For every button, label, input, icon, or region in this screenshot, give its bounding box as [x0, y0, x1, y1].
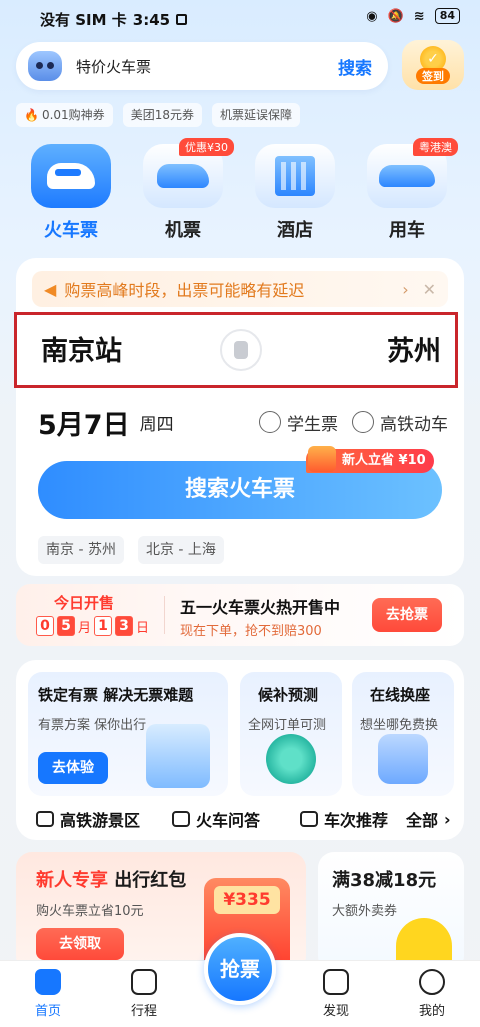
tab-home[interactable]: 首页: [18, 969, 78, 1019]
profile-icon: [419, 969, 445, 995]
search-history: 南京 - 苏州 北京 - 上海: [38, 536, 224, 564]
feature-waitlist-prediction[interactable]: 候补预测 全网订单可测: [240, 672, 342, 796]
time-text: 3:45: [132, 10, 171, 29]
history-chip[interactable]: 南京 - 苏州: [38, 536, 124, 564]
recommend-icon: [300, 811, 318, 827]
quick-links: 高铁游景区 火车问答 车次推荐 全部 ›: [36, 806, 452, 832]
claim-button[interactable]: 去领取: [36, 928, 124, 960]
grab-ticket-button[interactable]: 去抢票: [372, 598, 442, 632]
radio-icon[interactable]: [352, 411, 374, 433]
eye-icon: ◉: [366, 8, 378, 24]
grab-ticket-fab[interactable]: 抢票: [204, 933, 276, 1005]
category-train[interactable]: 火车票: [28, 144, 114, 242]
divider: [164, 596, 165, 634]
speaker-icon: ◀: [44, 279, 57, 299]
search-bar[interactable]: 特价火车票 搜索: [16, 42, 388, 90]
promo-headline: 五一火车票火热开售中: [180, 598, 341, 617]
robot-mascot-icon: [28, 51, 62, 81]
coupon-chip[interactable]: 🔥 0.01购神券: [16, 103, 113, 127]
departure-date[interactable]: 5月7日: [38, 403, 130, 442]
all-link[interactable]: 全部 ›: [406, 807, 451, 831]
route-selector: 南京站 苏州: [14, 312, 458, 388]
tab-mine[interactable]: 我的: [402, 969, 462, 1019]
train-qa-link[interactable]: 火车问答: [172, 807, 300, 831]
plane-icon: [157, 164, 209, 188]
coupon-chips: 🔥 0.01购神券 美团18元券 机票延误保障: [16, 103, 300, 127]
coupon-chip[interactable]: 美团18元券: [122, 103, 202, 127]
notification-icon: [176, 14, 188, 25]
car-region-tag: 粤港澳: [413, 138, 458, 156]
status-bar: 没有 SIM 卡 3:45 ◉ 🔕 ≋ 84: [0, 0, 480, 36]
sale-promo-banner[interactable]: 今日开售 0 5 月 1 3 日 五一火车票火热开售中 现在下单，抢不到赔300…: [16, 584, 464, 646]
coupon-chip[interactable]: 机票延误保障: [211, 103, 300, 127]
wifi-icon: ≋: [413, 8, 425, 24]
fire-icon: 🔥: [24, 108, 39, 122]
home-icon: [35, 969, 61, 995]
envelope-amount: ¥335: [214, 886, 280, 914]
promo-title: 今日开售: [54, 594, 115, 612]
category-row: 火车票 优惠¥30 机票 酒店 粤港澳 用车: [0, 138, 480, 244]
close-icon[interactable]: ✕: [423, 280, 436, 299]
tab-trips[interactable]: 行程: [114, 969, 174, 1019]
to-station[interactable]: 苏州: [387, 329, 441, 368]
search-input[interactable]: 特价火车票: [76, 56, 338, 77]
train-recommend-link[interactable]: 车次推荐: [300, 807, 406, 831]
card-title: 新人专享 出行红包: [36, 870, 187, 891]
high-speed-option[interactable]: 高铁动车: [352, 410, 448, 435]
car-icon: [379, 165, 435, 187]
try-button[interactable]: 去体验: [38, 752, 108, 784]
sale-date: 0 5 月 1 3 日: [36, 616, 149, 636]
student-ticket-option[interactable]: 学生票: [259, 410, 338, 435]
hotel-icon: [275, 156, 315, 196]
notice-bar[interactable]: ◀ 购票高峰时段，出票可能略有延迟 › ✕: [32, 271, 448, 307]
promo-subline: 现在下单，抢不到赔300: [180, 624, 322, 639]
discover-icon: [323, 969, 349, 995]
send-icon: [131, 969, 157, 995]
checkin-label: 签到: [416, 68, 450, 84]
swap-stations-button[interactable]: [220, 329, 262, 371]
takeout-coupon-card[interactable]: 满38减18元 大额外卖券: [318, 852, 464, 972]
ticket-kiosk-icon: [146, 724, 210, 788]
card-subtitle: 大额外卖券: [332, 904, 398, 919]
feature-guaranteed-ticket[interactable]: 铁定有票 解决无票难题 有票方案 保你出行 去体验: [28, 672, 228, 796]
scenic-icon: [36, 811, 54, 827]
feature-seat-change[interactable]: 在线换座 想坐哪免费换: [352, 672, 454, 796]
notice-text: 购票高峰时段，出票可能略有延迟: [64, 281, 305, 300]
train-icon: [47, 163, 95, 189]
qa-icon: [172, 811, 190, 827]
from-station[interactable]: 南京站: [41, 329, 122, 368]
category-flight[interactable]: 优惠¥30 机票: [140, 138, 234, 242]
checkin-button[interactable]: ✓ 签到: [402, 40, 464, 90]
battery-icon: 84: [434, 8, 460, 24]
date-row: 5月7日 周四 学生票 高铁动车: [38, 403, 448, 442]
chevron-right-icon: ›: [444, 809, 451, 829]
tab-discover[interactable]: 发现: [306, 969, 366, 1019]
category-hotel[interactable]: 酒店: [252, 144, 338, 242]
gift-icon: [308, 446, 336, 472]
mute-icon: 🔕: [387, 8, 404, 24]
radar-icon: [266, 734, 316, 784]
seat-icon: [378, 734, 428, 784]
category-car[interactable]: 粤港澳 用车: [364, 138, 458, 242]
chevron-right-icon[interactable]: ›: [402, 280, 408, 299]
history-chip[interactable]: 北京 - 上海: [137, 536, 224, 564]
flight-discount-tag: 优惠¥30: [179, 138, 234, 156]
weekday: 周四: [139, 414, 174, 435]
swap-icon: [234, 341, 248, 359]
card-subtitle: 购火车票立省10元: [36, 904, 144, 919]
carrier-text: 没有 SIM 卡: [40, 11, 127, 29]
scenic-spots-link[interactable]: 高铁游景区: [36, 807, 172, 831]
search-button[interactable]: 搜索: [338, 54, 372, 79]
card-title: 满38减18元: [332, 870, 437, 891]
radio-icon[interactable]: [259, 411, 281, 433]
